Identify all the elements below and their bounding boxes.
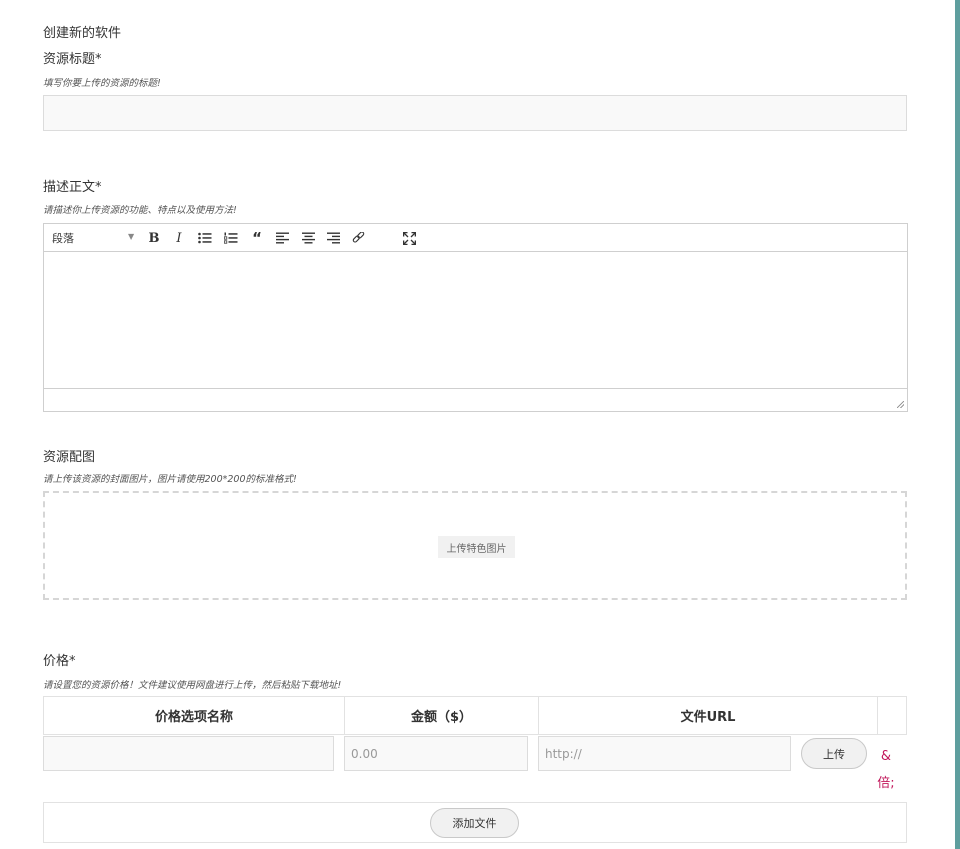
align-right-icon[interactable] <box>323 228 343 248</box>
resource-title-hint: 填写你要上传的资源的标题! <box>43 78 161 89</box>
image-dropzone[interactable]: 上传特色图片 <box>43 491 907 600</box>
column-header-amount: 金额（$） <box>345 697 539 734</box>
italic-button[interactable]: I <box>169 228 189 248</box>
price-label: 价格* <box>43 654 76 669</box>
window-edge-bar <box>955 0 960 849</box>
featured-image-label: 资源配图 <box>43 450 96 465</box>
editor-status-bar <box>44 389 907 411</box>
price-table-header: 价格选项名称 金额（$） 文件URL <box>43 696 907 735</box>
link-icon[interactable] <box>348 228 368 248</box>
editor-toolbar: 段落 ▼ B I “ <box>44 224 907 252</box>
format-select[interactable]: 段落 <box>52 230 74 246</box>
description-hint: 请描述你上传资源的功能、特点以及使用方法! <box>43 205 237 216</box>
add-file-button[interactable]: 添加文件 <box>430 808 519 838</box>
align-center-icon[interactable] <box>298 228 318 248</box>
bulleted-list-icon[interactable] <box>195 228 215 248</box>
file-url-input[interactable]: http:// <box>538 736 791 771</box>
resource-title-label: 资源标题* <box>43 52 102 67</box>
numbered-list-icon[interactable] <box>221 228 241 248</box>
description-text-area[interactable] <box>44 252 907 389</box>
description-label: 描述正文* <box>43 180 102 195</box>
blockquote-icon[interactable]: “ <box>247 228 267 248</box>
fullscreen-icon[interactable] <box>399 228 419 248</box>
column-header-actions <box>878 697 906 734</box>
price-amount-input[interactable]: 0.00 <box>344 736 528 771</box>
delete-row-link[interactable]: &倍; <box>876 743 896 797</box>
chevron-down-icon[interactable]: ▼ <box>128 232 134 241</box>
column-header-option-name: 价格选项名称 <box>44 697 345 734</box>
column-header-file-url: 文件URL <box>539 697 878 734</box>
resource-title-input[interactable] <box>43 95 907 131</box>
upload-file-button[interactable]: 上传 <box>801 738 867 769</box>
add-file-row: 添加文件 <box>43 802 907 843</box>
description-editor: 段落 ▼ B I “ <box>43 223 908 412</box>
upload-featured-image-button[interactable]: 上传特色图片 <box>438 536 515 558</box>
price-option-name-input[interactable] <box>43 736 334 771</box>
bold-button[interactable]: B <box>144 228 164 248</box>
featured-image-hint: 请上传该资源的封面图片，图片请使用200*200的标准格式! <box>43 474 297 485</box>
resize-handle-icon[interactable] <box>897 401 904 408</box>
price-hint: 请设置您的资源价格！文件建议使用网盘进行上传，然后粘贴下载地址! <box>43 680 342 691</box>
page-title: 创建新的软件 <box>43 26 122 41</box>
align-left-icon[interactable] <box>272 228 292 248</box>
